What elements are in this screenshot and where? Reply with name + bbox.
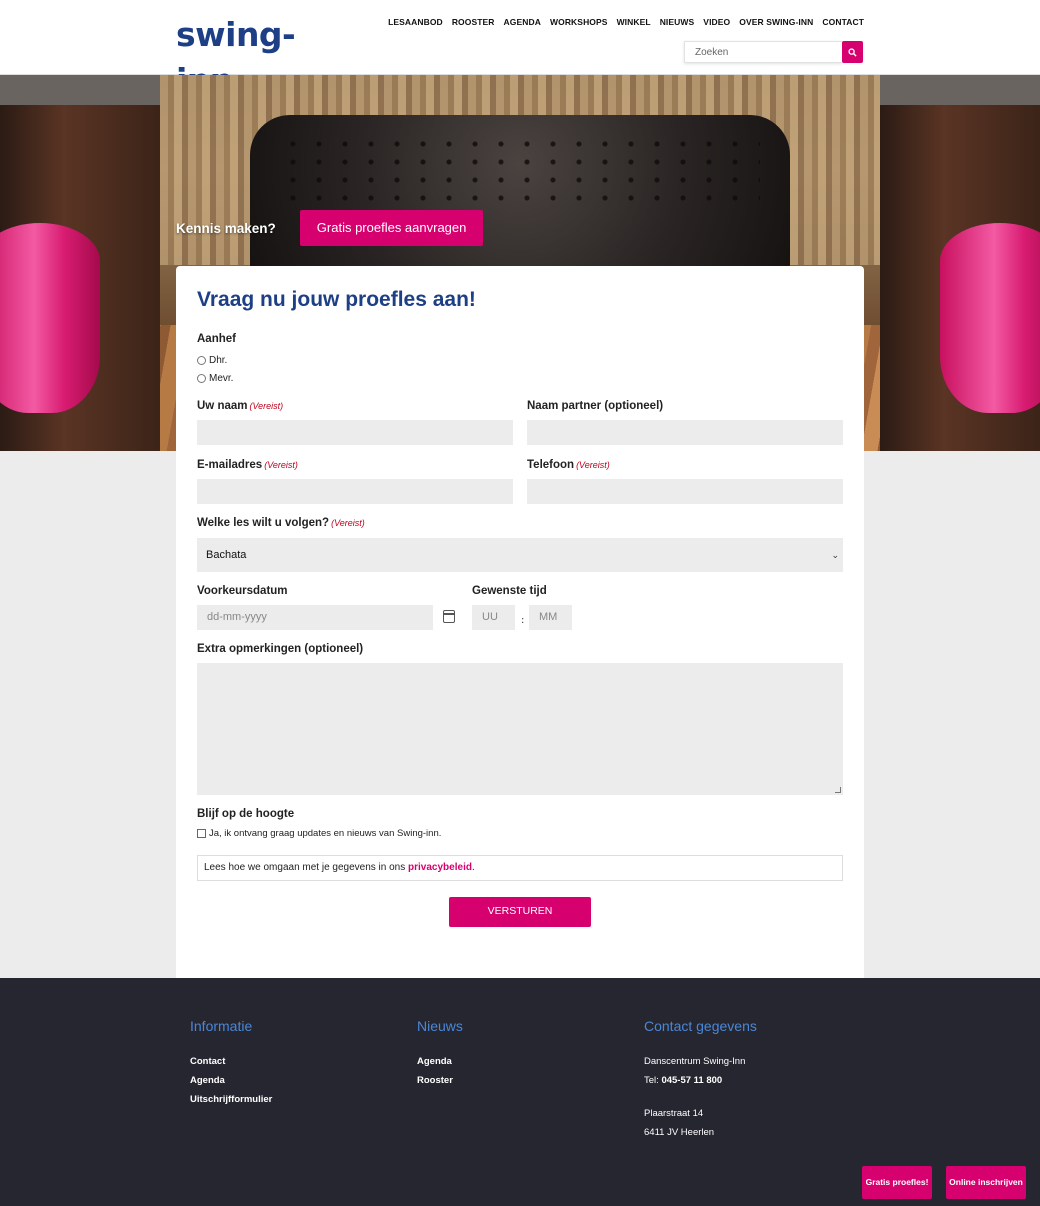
nav-winkel[interactable]: WINKEL	[617, 17, 651, 27]
partner-field[interactable]	[527, 420, 843, 445]
privacy-link[interactable]: privacybeleid	[408, 862, 472, 873]
date-label: Voorkeursdatum	[197, 585, 288, 597]
nav-workshops[interactable]: WORKSHOPS	[550, 17, 608, 27]
footer-link-agenda[interactable]: Agenda	[190, 1071, 272, 1090]
hero-sofa	[250, 115, 790, 275]
footer-heading: Contact gegevens	[644, 1018, 757, 1034]
radio-mevr-label: Mevr.	[209, 373, 234, 384]
updates-checkbox-row[interactable]: Ja, ik ontvang graag updates en nieuws v…	[197, 828, 441, 839]
name-field[interactable]	[197, 420, 513, 445]
required-marker: (Vereist)	[264, 460, 298, 470]
footer-link-rooster[interactable]: Rooster	[417, 1071, 463, 1090]
name-label: Uw naam (Vereist)	[197, 400, 284, 412]
radio-dhr-label: Dhr.	[209, 355, 228, 366]
nav-agenda[interactable]: AGENDA	[504, 17, 541, 27]
site-header: swing-inn LESAANBOD ROOSTER AGENDA WORKS…	[0, 0, 1040, 100]
nav-rooster[interactable]: ROOSTER	[452, 17, 495, 27]
remarks-label: Extra opmerkingen (optioneel)	[197, 643, 364, 655]
submit-button[interactable]: VERSTUREN	[449, 897, 591, 927]
required-marker: (Vereist)	[249, 401, 284, 411]
chevron-down-icon: ⌄	[831, 550, 839, 560]
salutation-label: Aanhef	[197, 333, 236, 345]
partner-label: Naam partner (optioneel)	[527, 400, 664, 412]
nav-over-swing-inn[interactable]: OVER SWING-INN	[739, 17, 813, 27]
lesson-select-value: Bachata	[206, 549, 247, 561]
radio-button[interactable]	[197, 374, 206, 383]
search-bar	[684, 41, 864, 63]
time-separator: :	[521, 615, 525, 626]
resize-handle-icon[interactable]	[835, 787, 841, 793]
phone-number[interactable]: 045-57 11 800	[661, 1075, 722, 1086]
updates-checkbox-label: Ja, ik ontvang graag updates en nieuws v…	[209, 828, 442, 839]
footer-col-contact: Contact gegevens Danscentrum Swing-Inn T…	[644, 1018, 757, 1142]
contact-name: Danscentrum Swing-Inn	[644, 1056, 746, 1067]
search-icon	[848, 47, 857, 57]
floating-trial-button[interactable]: Gratis proefles!	[862, 1166, 932, 1199]
footer-link-contact[interactable]: Contact	[190, 1052, 272, 1071]
calendar-icon[interactable]	[443, 610, 455, 623]
floating-signup-button[interactable]: Online inschrijven	[946, 1166, 1026, 1199]
lesson-label: Welke les wilt u volgen? (Vereist)	[197, 517, 365, 529]
footer-link-agenda[interactable]: Agenda	[417, 1052, 463, 1071]
phone-field[interactable]	[527, 479, 843, 504]
radio-mevr[interactable]: Mevr.	[197, 373, 233, 384]
required-marker: (Vereist)	[331, 518, 365, 528]
hero-pouf-right	[940, 223, 1040, 413]
nav-nieuws[interactable]: NIEUWS	[660, 17, 695, 27]
nav-contact[interactable]: CONTACT	[822, 17, 864, 27]
phone-label: Telefoon (Vereist)	[527, 459, 610, 471]
footer-link-unsubscribe[interactable]: Uitschrijfformulier	[190, 1090, 272, 1109]
trial-lesson-form: Vraag nu jouw proefles aan! Aanhef Dhr. …	[176, 266, 864, 978]
hero-pouf-left	[0, 223, 100, 413]
email-field[interactable]	[197, 479, 513, 504]
email-label: E-mailadres (Vereist)	[197, 459, 298, 471]
search-button[interactable]	[842, 41, 863, 63]
footer-col-informatie: Informatie Contact Agenda Uitschrijfform…	[190, 1018, 272, 1109]
footer-col-nieuws: Nieuws Agenda Rooster	[417, 1018, 463, 1090]
minute-field[interactable]: MM	[529, 605, 572, 630]
form-title: Vraag nu jouw proefles aan!	[197, 288, 476, 311]
search-input[interactable]	[684, 41, 842, 63]
updates-checkbox[interactable]	[197, 829, 206, 838]
date-field[interactable]: dd-mm-yyyy	[197, 605, 433, 630]
hero-cta: Kennis maken? Gratis proefles aanvragen	[176, 210, 484, 246]
radio-button[interactable]	[197, 356, 206, 365]
nav-lesaanbod[interactable]: LESAANBOD	[388, 17, 443, 27]
lesson-select[interactable]: Bachata ⌄	[197, 538, 843, 572]
contact-phone: Tel: 045-57 11 800	[644, 1075, 723, 1086]
footer-heading: Nieuws	[417, 1018, 463, 1034]
radio-dhr[interactable]: Dhr.	[197, 355, 227, 366]
trial-lesson-button[interactable]: Gratis proefles aanvragen	[299, 210, 484, 246]
main-nav: LESAANBOD ROOSTER AGENDA WORKSHOPS WINKE…	[388, 17, 864, 27]
updates-label: Blijf op de hoogte	[197, 808, 295, 820]
contact-city: 6411 JV Heerlen	[644, 1127, 715, 1138]
required-marker: (Vereist)	[576, 460, 610, 470]
contact-street: Plaarstraat 14	[644, 1108, 704, 1119]
site-logo[interactable]: swing-inn	[176, 12, 351, 100]
nav-video[interactable]: VIDEO	[703, 17, 730, 27]
hour-field[interactable]: UU	[472, 605, 515, 630]
hero-cta-label: Kennis maken?	[176, 220, 276, 236]
footer-heading: Informatie	[190, 1018, 253, 1034]
privacy-notice: Lees hoe we omgaan met je gegevens in on…	[197, 855, 843, 881]
remarks-textarea[interactable]	[197, 663, 843, 795]
time-label: Gewenste tijd	[472, 585, 547, 597]
